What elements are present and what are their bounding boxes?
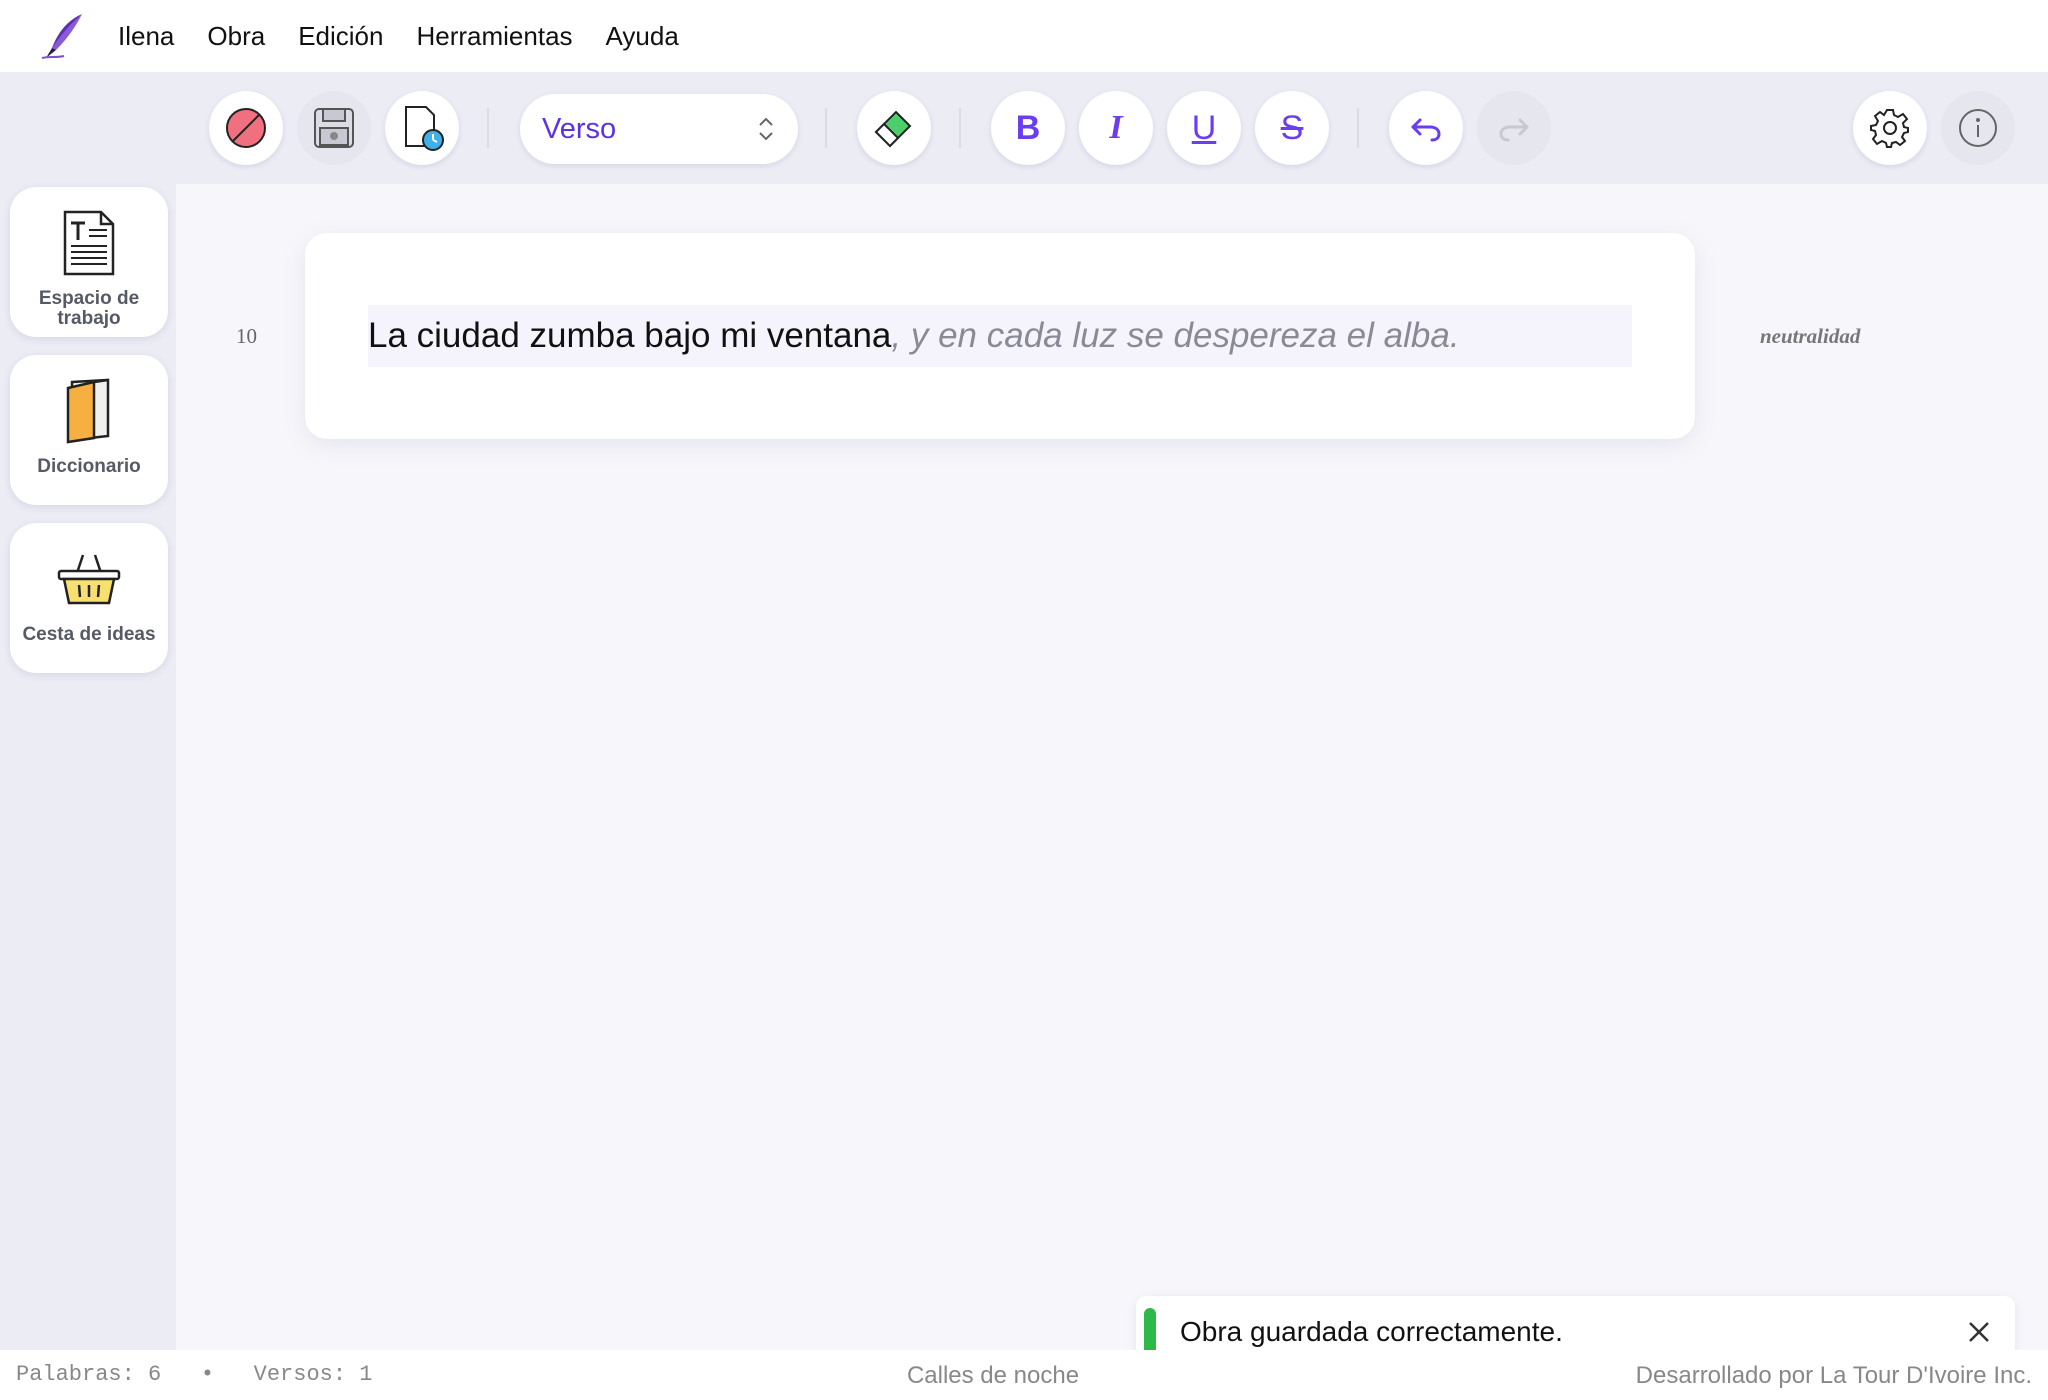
info-icon xyxy=(1959,109,1997,147)
sidebar-item-label: Cesta de ideas xyxy=(22,624,156,645)
toast-status-bar xyxy=(1144,1308,1156,1356)
bold-button[interactable]: B xyxy=(991,91,1065,165)
quill-logo-icon xyxy=(34,6,94,66)
document-text-icon xyxy=(61,203,117,283)
save-button[interactable] xyxy=(297,91,371,165)
clear-button[interactable] xyxy=(209,91,283,165)
sidebar-item-dictionary[interactable]: Diccionario xyxy=(10,355,168,505)
floppy-disk-icon xyxy=(314,108,354,148)
sidebar-item-idea-basket[interactable]: Cesta de ideas xyxy=(10,523,168,673)
verse-text: La ciudad zumba bajo mi ventana xyxy=(368,316,892,355)
eraser-button[interactable] xyxy=(857,91,931,165)
sidebar-item-label: Diccionario xyxy=(37,456,141,477)
sidebar: Espacio de trabajo Diccionario Cesta de xyxy=(0,184,176,1350)
strikethrough-icon: S xyxy=(1280,109,1304,147)
underline-button[interactable]: U xyxy=(1167,91,1241,165)
menu-ilena[interactable]: Ilena xyxy=(118,21,174,52)
close-icon xyxy=(1969,1322,1989,1342)
menu-edicion[interactable]: Edición xyxy=(298,21,383,52)
undo-button[interactable] xyxy=(1389,91,1463,165)
margin-note: neutralidad xyxy=(1760,324,1861,348)
menu-herramientas[interactable]: Herramientas xyxy=(416,21,572,52)
history-button[interactable] xyxy=(385,91,459,165)
toolbar-separator xyxy=(487,108,489,148)
menu-obra[interactable]: Obra xyxy=(207,21,265,52)
basket-icon xyxy=(57,539,121,619)
toolbar-separator xyxy=(1357,108,1359,148)
info-button[interactable] xyxy=(1941,91,2015,165)
settings-button[interactable] xyxy=(1853,91,1927,165)
sidebar-item-label: Espacio de trabajo xyxy=(38,288,140,329)
style-select-value: Verso xyxy=(542,112,617,145)
toast-message: Obra guardada correctamente. xyxy=(1180,1316,1563,1347)
undo-icon xyxy=(1411,118,1441,142)
line-number: 10 xyxy=(236,324,257,348)
redo-button[interactable] xyxy=(1477,91,1551,165)
bold-icon: B xyxy=(1015,109,1041,147)
menu-ayuda[interactable]: Ayuda xyxy=(606,21,679,52)
verse-card: La ciudad zumba bajo mi ventana, y en ca… xyxy=(305,233,1695,439)
toolbar-separator xyxy=(825,108,827,148)
document-clock-icon xyxy=(405,106,444,151)
verse-line-editor[interactable]: La ciudad zumba bajo mi ventana, y en ca… xyxy=(368,305,1632,367)
book-icon xyxy=(64,371,114,451)
style-select[interactable]: Verso xyxy=(520,94,798,164)
redo-icon xyxy=(1499,118,1529,142)
eraser-icon xyxy=(874,110,912,148)
prohibited-icon xyxy=(226,108,266,148)
verse-suggestion: , y en cada luz se desperezа el alba. xyxy=(891,316,1460,355)
status-bar: Palabras: 6 • Versos: 1 Calles de noche … xyxy=(0,1350,2048,1400)
toolbar-separator xyxy=(959,108,961,148)
toolbar: Verso B I U S xyxy=(0,72,2048,184)
toast-close-button[interactable] xyxy=(1963,1316,1995,1348)
chevron-up-down-icon xyxy=(759,117,773,141)
credit-text: Desarrollado por La Tour D'Ivoire Inc. xyxy=(1635,1362,2032,1389)
gear-icon xyxy=(1870,109,1909,148)
italic-icon: I xyxy=(1109,109,1123,146)
menu-bar: Ilena Obra Edición Herramientas Ayuda xyxy=(0,0,2048,72)
italic-button[interactable]: I xyxy=(1079,91,1153,165)
underline-icon: U xyxy=(1191,109,1217,147)
sidebar-item-workspace[interactable]: Espacio de trabajo xyxy=(10,187,168,337)
strikethrough-button[interactable]: S xyxy=(1255,91,1329,165)
